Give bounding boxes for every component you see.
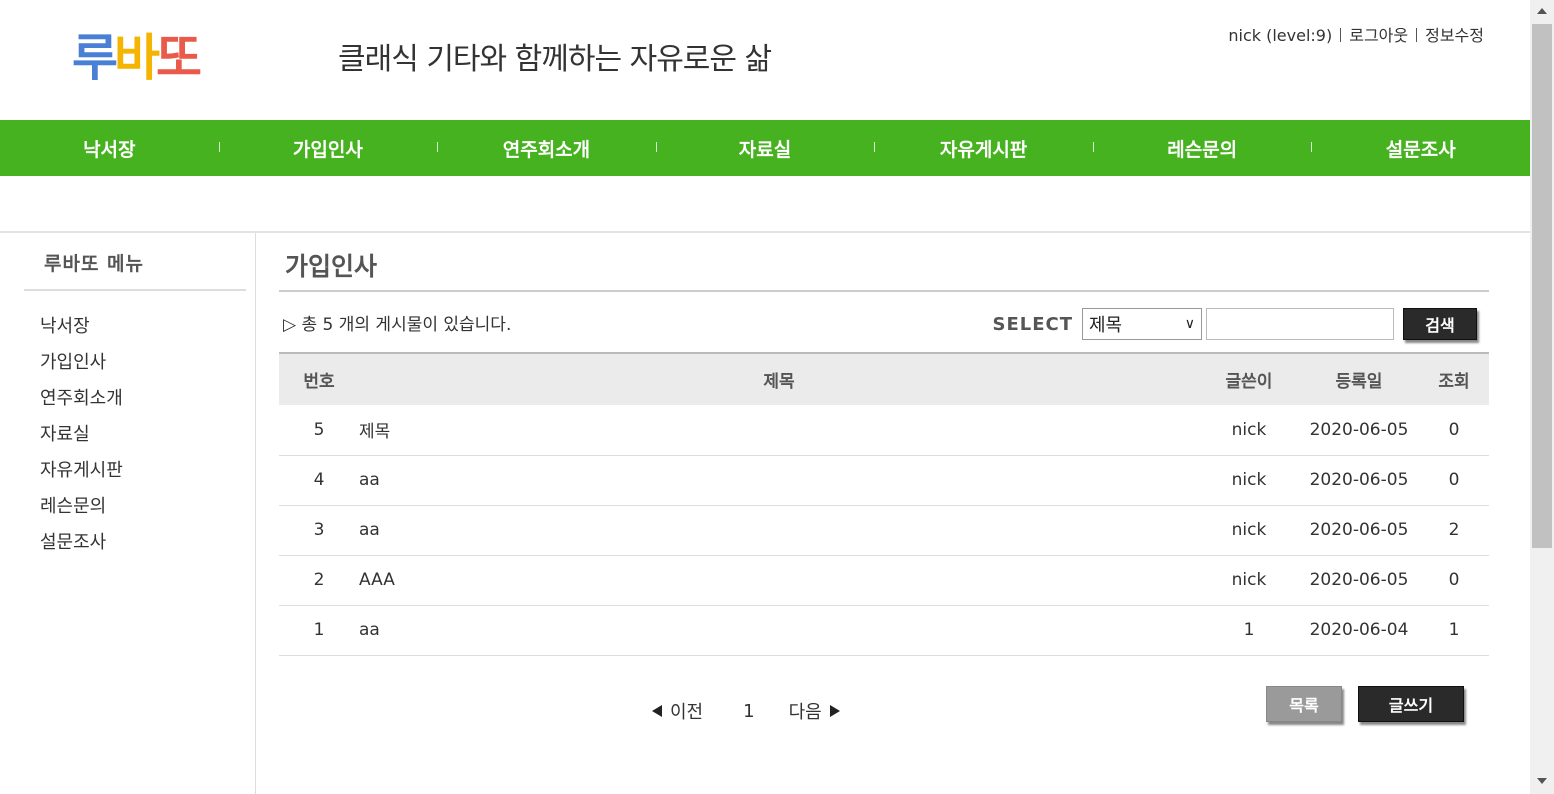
sidebar-item-free-board[interactable]: 자유게시판 — [24, 453, 246, 489]
post-number: 3 — [313, 520, 325, 540]
table-row: 1 aa 1 2020-06-04 1 — [279, 605, 1489, 655]
sidebar-item-greetings[interactable]: 가입인사 — [24, 345, 246, 381]
logo-char: 바 — [114, 29, 160, 87]
table-row: 2 AAA nick 2020-06-05 0 — [279, 555, 1489, 605]
post-table: 번호 제목 글쓴이 등록일 조회 5 제목 nick 2020-06-05 0 … — [279, 352, 1489, 656]
user-info: nick (level:9) — [1228, 26, 1333, 45]
nav-item-greetings[interactable]: 가입인사 — [218, 135, 438, 162]
post-date: 2020-06-04 — [1309, 620, 1409, 640]
post-date: 2020-06-05 — [1309, 570, 1409, 590]
post-views: 2 — [1448, 520, 1460, 540]
table-row: 5 제목 nick 2020-06-05 0 — [279, 405, 1489, 455]
user-links: nick (level:9) 로그아웃 정보수정 — [1228, 22, 1484, 46]
post-date: 2020-06-05 — [1309, 520, 1409, 540]
post-number: 1 — [313, 620, 325, 640]
post-writer: 1 — [1243, 620, 1255, 640]
column-header-no: 번호 — [303, 372, 335, 392]
triangle-left-icon — [652, 705, 662, 717]
post-title-link[interactable]: aa — [359, 455, 1199, 505]
nav-item-free-board[interactable]: 자유게시판 — [874, 135, 1093, 162]
board-content: 가입인사 ▷ 총 5 개의 게시물이 있습니다. SELECT 제목 ∨ 검색 … — [279, 233, 1489, 656]
nav-item-guestbook[interactable]: 낙서장 — [0, 135, 219, 162]
site-logo[interactable]: 루바또 — [72, 29, 202, 87]
post-number: 2 — [313, 570, 325, 590]
chevron-down-icon: ∨ — [1184, 316, 1195, 332]
post-title-link[interactable]: aa — [359, 605, 1199, 655]
post-number: 5 — [313, 419, 325, 440]
sidebar: 루바또 메뉴 낙서장 가입인사 연주회소개 자료실 자유게시판 레슨문의 설문조… — [24, 233, 246, 561]
search-field-select[interactable]: 제목 ∨ — [1082, 308, 1202, 340]
column-header-date: 등록일 — [1335, 372, 1383, 392]
post-views: 1 — [1448, 620, 1460, 640]
pagination: 이전 1 다음 — [652, 698, 840, 724]
vertical-scrollbar[interactable] — [1530, 0, 1554, 794]
post-writer: nick — [1231, 419, 1267, 440]
sidebar-menu: 낙서장 가입인사 연주회소개 자료실 자유게시판 레슨문의 설문조사 — [24, 291, 246, 561]
post-views: 0 — [1448, 570, 1460, 590]
prev-page-link[interactable]: 이전 — [670, 698, 703, 724]
post-number: 4 — [313, 470, 325, 490]
logo-char: 또 — [156, 29, 202, 87]
logo-char: 루 — [72, 29, 118, 87]
page-title: 가입인사 — [279, 233, 1489, 292]
table-row: 4 aa nick 2020-06-05 0 — [279, 455, 1489, 505]
write-button[interactable]: 글쓰기 — [1358, 686, 1464, 722]
column-header-title: 제목 — [763, 372, 795, 392]
post-writer: nick — [1231, 570, 1267, 590]
divider — [1416, 28, 1418, 42]
column-header-views: 조회 — [1438, 372, 1470, 392]
post-views: 0 — [1448, 419, 1460, 440]
sidebar-title: 루바또 메뉴 — [24, 233, 246, 291]
next-page-link[interactable]: 다음 — [789, 698, 822, 724]
post-title-link[interactable]: aa — [359, 505, 1199, 555]
divider — [1340, 28, 1342, 42]
triangle-right-icon — [829, 705, 840, 717]
edit-profile-link[interactable]: 정보수정 — [1425, 26, 1484, 45]
search-input[interactable] — [1206, 308, 1394, 340]
select-label: SELECT — [992, 313, 1073, 335]
table-row: 3 aa nick 2020-06-05 2 — [279, 505, 1489, 555]
post-date: 2020-06-05 — [1309, 419, 1409, 440]
nav-item-lessons[interactable]: 레슨문의 — [1092, 135, 1312, 162]
nav-item-survey[interactable]: 설문조사 — [1311, 135, 1530, 162]
search-button[interactable]: 검색 — [1403, 308, 1477, 340]
post-writer: nick — [1231, 520, 1267, 540]
scroll-down-arrow-icon[interactable] — [1537, 778, 1547, 784]
post-writer: nick — [1231, 470, 1267, 490]
search-bar: SELECT 제목 ∨ 검색 — [992, 308, 1477, 340]
post-title-link[interactable]: AAA — [359, 555, 1199, 605]
site-tagline: 클래식 기타와 함께하는 자유로운 삶 — [338, 42, 772, 77]
post-count: ▷ 총 5 개의 게시물이 있습니다. — [283, 315, 512, 335]
post-views: 0 — [1448, 470, 1460, 490]
scrollbar-thumb[interactable] — [1532, 24, 1552, 548]
column-header-writer: 글쓴이 — [1225, 372, 1273, 392]
nav-item-concerts[interactable]: 연주회소개 — [437, 135, 656, 162]
sidebar-item-archive[interactable]: 자료실 — [24, 417, 246, 453]
table-header: 번호 제목 글쓴이 등록일 조회 — [279, 353, 1489, 405]
nav-item-archive[interactable]: 자료실 — [655, 135, 875, 162]
site-header: 루바또 클래식 기타와 함께하는 자유로운 삶 nick (level:9) 로그… — [0, 0, 1530, 120]
scroll-up-arrow-icon[interactable] — [1537, 8, 1547, 14]
sidebar-item-survey[interactable]: 설문조사 — [24, 525, 246, 561]
sidebar-item-concerts[interactable]: 연주회소개 — [24, 381, 246, 417]
page-number-current[interactable]: 1 — [743, 701, 754, 722]
list-button[interactable]: 목록 — [1266, 686, 1342, 722]
post-title-link[interactable]: 제목 — [359, 405, 1199, 455]
post-date: 2020-06-05 — [1309, 470, 1409, 490]
logout-link[interactable]: 로그아웃 — [1349, 26, 1408, 45]
select-value: 제목 — [1089, 315, 1123, 336]
sidebar-item-lessons[interactable]: 레슨문의 — [24, 489, 246, 525]
board-info-row: ▷ 총 5 개의 게시물이 있습니다. SELECT 제목 ∨ 검색 — [279, 292, 1489, 352]
sidebar-divider — [255, 233, 256, 794]
sidebar-item-guestbook[interactable]: 낙서장 — [24, 309, 246, 345]
main-nav: 낙서장 가입인사 연주회소개 자료실 자유게시판 레슨문의 설문조사 — [0, 120, 1530, 176]
